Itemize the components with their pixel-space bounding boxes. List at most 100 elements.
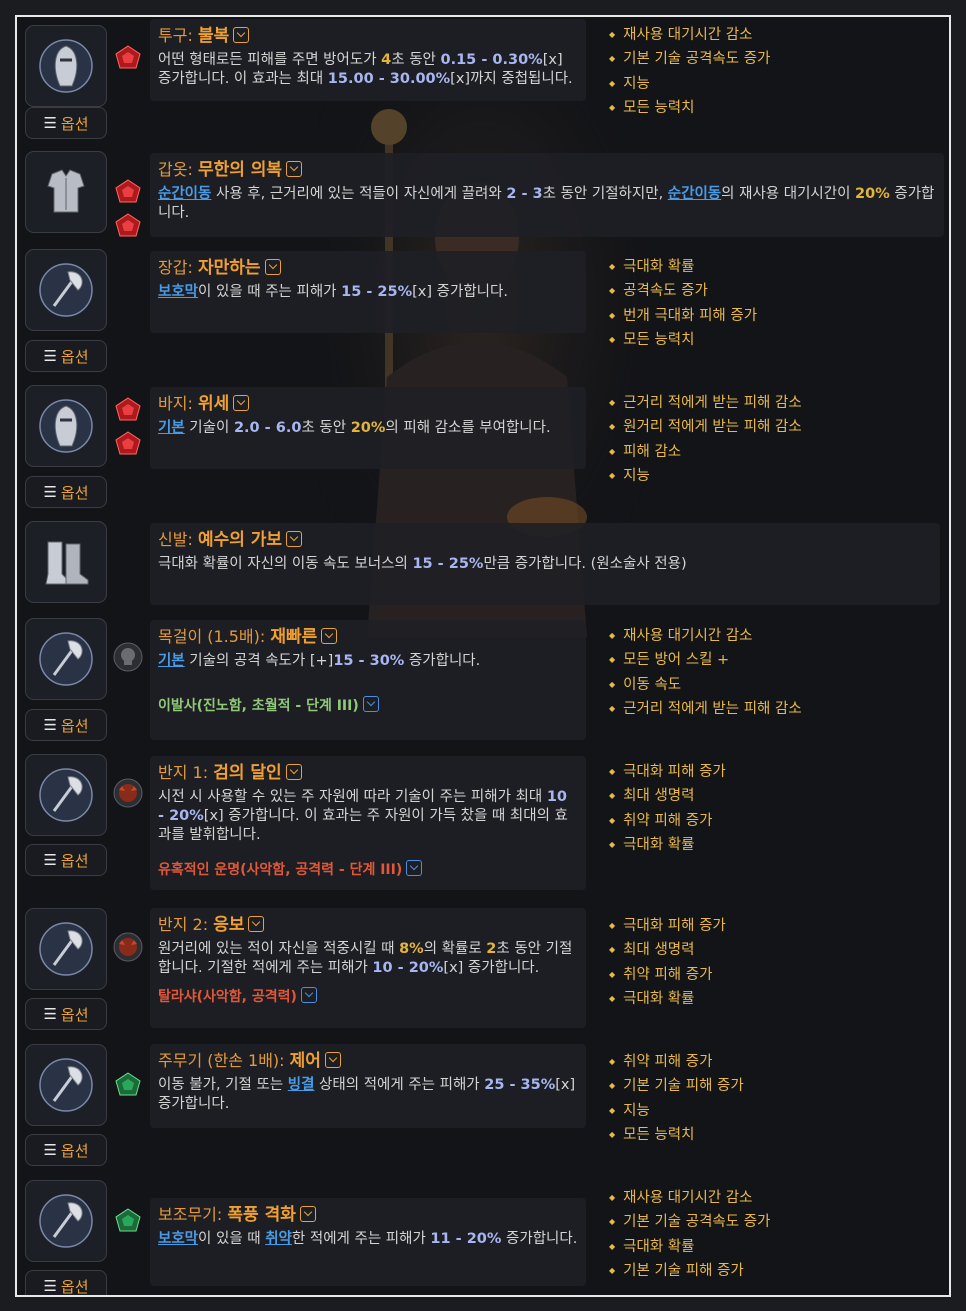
item-slot-gloves[interactable] — [25, 249, 107, 331]
list-icon: ☰ — [43, 851, 57, 869]
aspect-name: 검의 달인 — [213, 763, 282, 783]
slot-label: 보조무기 — [158, 1205, 217, 1224]
list-icon: ☰ — [43, 347, 57, 365]
stat-item: 근거리 적에게 받는 피해 감소 — [609, 391, 802, 415]
options-button[interactable]: ☰ 옵션 — [25, 476, 107, 508]
stat-item: 재사용 대기시간 감소 — [609, 624, 802, 648]
description-segment: 기술의 공격 속도가 [+] — [184, 653, 334, 669]
item-slot-ring-2[interactable] — [25, 908, 107, 990]
aspect-name: 불복 — [197, 26, 230, 46]
axe-weapon-icon — [39, 263, 93, 317]
gem-demon-icon — [113, 932, 143, 962]
expand-chevron-icon[interactable] — [233, 395, 250, 411]
stat-item: 근거리 적에게 받는 피해 감소 — [609, 697, 802, 721]
options-button[interactable]: ☰ 옵션 — [25, 340, 107, 372]
stat-priority-list: 극대화 확률공격속도 증가번개 극대화 피해 증가모든 능력치 — [609, 255, 757, 352]
stat-item: 원거리 적에게 받는 피해 감소 — [609, 415, 802, 439]
socketed-gem-label: 이발사(진노함, 초월적 - 단계 III) — [158, 698, 359, 714]
description-segment: 초 동안 — [391, 52, 441, 68]
description-segment: 초 동안 — [301, 420, 351, 436]
options-button[interactable]: ☰ 옵션 — [25, 709, 107, 741]
options-button[interactable]: ☰ 옵션 — [25, 1270, 107, 1296]
stat-item: 재사용 대기시간 감소 — [609, 23, 770, 47]
expand-chevron-icon[interactable] — [299, 1206, 316, 1222]
expand-chevron-icon[interactable] — [248, 916, 265, 932]
description-segment: 의 피해 감소를 부여합니다. — [385, 420, 551, 436]
aspect-description: 이동 불가, 기절 또는 빙결 상태의 적에게 주는 피해가 25 - 35%[… — [158, 1076, 578, 1114]
stat-item: 극대화 확률 — [609, 833, 726, 857]
item-slot-amulet[interactable] — [25, 618, 107, 700]
slot-label: 장갑 — [158, 258, 188, 277]
stat-item: 모든 능력치 — [609, 328, 757, 352]
expand-chevron-icon[interactable] — [300, 987, 317, 1003]
aspect-name: 위세 — [197, 394, 230, 414]
keyword-link[interactable]: 기본 — [158, 420, 185, 436]
axe-weapon-icon — [39, 1058, 93, 1112]
socketed-gem-label: 탈라샤(사악함, 공격력) — [158, 989, 297, 1005]
item-slot-boots[interactable] — [25, 521, 107, 603]
build-guide-panel: ☰ 옵션 투구: 불복 어떤 형태로든 피해를 주면 방어도가 4초 동안 0.… — [15, 15, 951, 1297]
affix-card: 목걸이 (1.5배): 재빠른 기본 기술의 공격 속도가 [+]15 - 30… — [150, 620, 586, 740]
affix-card: 바지: 위세 기본 기술이 2.0 - 6.0초 동안 20%의 피해 감소를 … — [150, 387, 586, 469]
item-slot-off-hand[interactable] — [25, 1180, 107, 1262]
options-button-label: 옵션 — [60, 1277, 89, 1296]
aspect-description: 시전 시 사용할 수 있는 주 자원에 따라 기술이 주는 피해가 최대 10 … — [158, 788, 578, 845]
description-segment: 20% — [350, 420, 386, 436]
expand-chevron-icon[interactable] — [362, 696, 379, 712]
expand-chevron-icon[interactable] — [406, 860, 423, 876]
options-button-label: 옵션 — [60, 483, 89, 502]
expand-chevron-icon[interactable] — [321, 628, 338, 644]
keyword-link[interactable]: 기본 — [158, 653, 185, 669]
slot-label: 갑옷 — [158, 160, 188, 179]
keyword-link[interactable]: 순간이동 — [668, 186, 721, 202]
item-slot-helm[interactable] — [25, 25, 107, 107]
aspect-name: 제어 — [289, 1051, 321, 1071]
stat-priority-list: 극대화 피해 증가최대 생명력취약 피해 증가극대화 확률 — [609, 760, 726, 857]
stat-item: 극대화 확률 — [609, 987, 726, 1011]
description-segment: 의 재사용 대기시간이 — [721, 186, 856, 202]
description-segment: 사용 후, 근거리에 있는 적들이 자신에게 끌려와 — [211, 186, 507, 202]
stat-priority-list: 극대화 피해 증가최대 생명력취약 피해 증가극대화 확률 — [609, 914, 726, 1011]
description-segment: [x] 증가합니다. — [412, 284, 508, 300]
item-slot-main-hand[interactable] — [25, 1044, 107, 1126]
description-segment: 어떤 형태로든 피해를 주면 방어도가 — [158, 52, 382, 68]
affix-card: 반지 1: 검의 달인 시전 시 사용할 수 있는 주 자원에 따라 기술이 주… — [150, 756, 586, 890]
affix-card: 반지 2: 응보 원거리에 있는 적이 자신을 적중시킬 때 8%의 확률로 2… — [150, 908, 586, 1028]
description-segment: 8% — [399, 941, 424, 957]
stat-priority-list: 재사용 대기시간 감소기본 기술 공격속도 증가극대화 확률기본 기술 피해 증… — [609, 1186, 770, 1283]
expand-chevron-icon[interactable] — [286, 531, 303, 547]
description-segment: 이동 불가, 기절 또는 — [158, 1077, 288, 1093]
description-segment: 15 - 30% — [333, 653, 405, 669]
stat-item: 기본 기술 피해 증가 — [609, 1074, 744, 1098]
keyword-link[interactable]: 빙결 — [288, 1077, 315, 1093]
gem-emerald-icon — [113, 1070, 143, 1100]
options-button[interactable]: ☰ 옵션 — [25, 998, 107, 1030]
keyword-link[interactable]: 보호막 — [158, 1231, 198, 1247]
keyword-link[interactable]: 취약 — [265, 1231, 292, 1247]
aspect-name: 자만하는 — [197, 258, 261, 278]
stat-priority-list: 근거리 적에게 받는 피해 감소원거리 적에게 받는 피해 감소피해 감소지능 — [609, 391, 802, 488]
stat-item: 극대화 확률 — [609, 255, 757, 279]
expand-chevron-icon[interactable] — [233, 27, 250, 43]
description-segment: 10 - 20% — [372, 960, 444, 976]
options-button[interactable]: ☰ 옵션 — [25, 1134, 107, 1166]
aspect-name: 재빠른 — [270, 627, 318, 647]
gem-ruby-icon — [113, 429, 143, 459]
description-segment: 0.15 - 0.30% — [440, 52, 543, 68]
expand-chevron-icon[interactable] — [264, 259, 281, 275]
options-button[interactable]: ☰ 옵션 — [25, 107, 107, 139]
item-slot-chest[interactable] — [25, 151, 107, 233]
keyword-link[interactable]: 보호막 — [158, 284, 198, 300]
aspect-name: 응보 — [213, 915, 245, 935]
keyword-link[interactable]: 순간이동 — [158, 186, 211, 202]
expand-chevron-icon[interactable] — [286, 161, 303, 177]
expand-chevron-icon[interactable] — [324, 1052, 341, 1068]
description-segment: [x]까지 중첩됩니다. — [450, 71, 573, 87]
description-segment: 2 - 3 — [506, 186, 543, 202]
item-slot-ring-1[interactable] — [25, 754, 107, 836]
item-slot-pants[interactable] — [25, 385, 107, 467]
description-segment: 4 — [381, 52, 392, 68]
expand-chevron-icon[interactable] — [285, 764, 302, 780]
options-button[interactable]: ☰ 옵션 — [25, 844, 107, 876]
description-segment: 이 있을 때 주는 피해가 — [198, 284, 342, 300]
